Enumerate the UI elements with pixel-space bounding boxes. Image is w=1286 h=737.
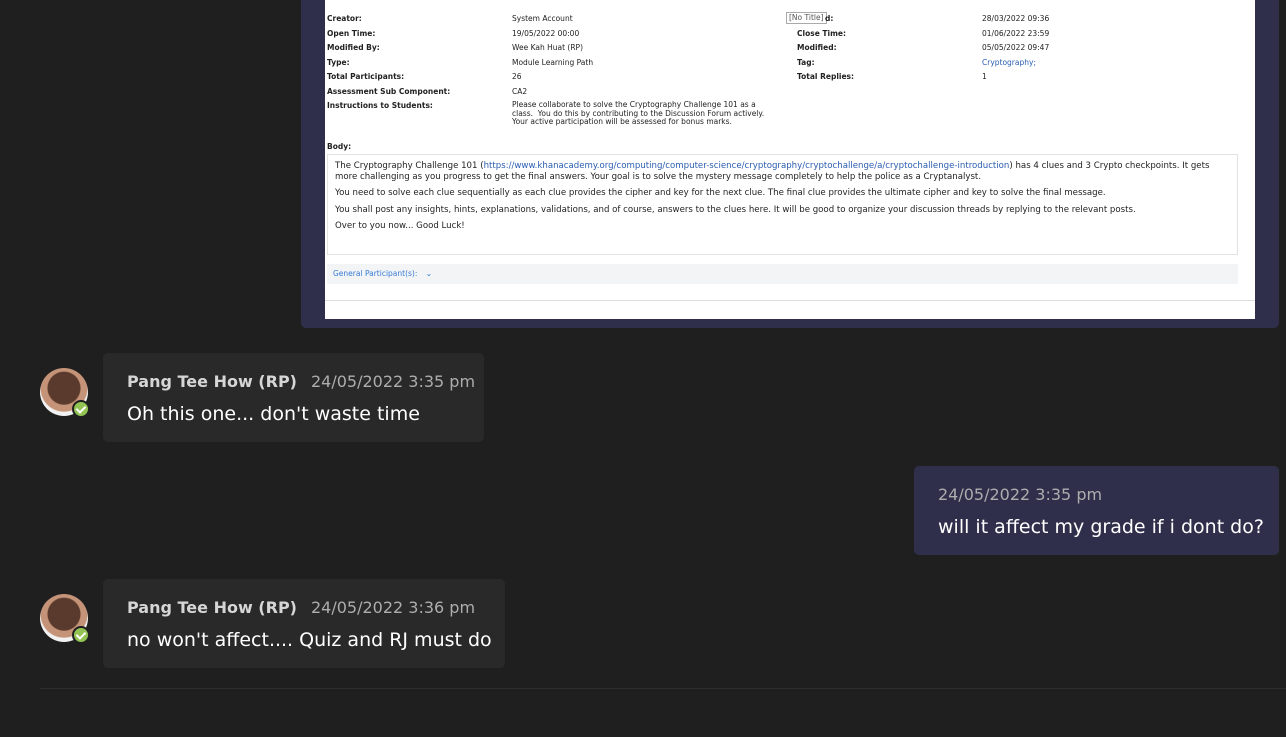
field-label-close-time: Close Time: [797, 29, 846, 38]
screenshot-divider [325, 300, 1255, 301]
message-meta: 24/05/2022 3:35 pm [938, 484, 1255, 506]
field-value-assessment-sub-component: CA2 [512, 87, 528, 96]
message-text: will it affect my grade if i dont do? [938, 516, 1264, 538]
field-value-total-participants: 26 [512, 72, 522, 81]
participants-label: General Participant(s): [333, 269, 418, 278]
body-content: The Cryptography Challenge 101 (https://… [327, 154, 1238, 255]
field-value-open-time: 19/05/2022 00:00 [512, 29, 580, 38]
avatar[interactable] [40, 368, 90, 418]
body-paragraph-2: You need to solve each clue sequentially… [335, 188, 1106, 199]
field-value-close-time: 01/06/2022 23:59 [982, 29, 1050, 38]
field-value-modified-by: Wee Kah Huat (RP) [512, 43, 584, 52]
general-participants-bar: General Participant(s): ⌄ [327, 264, 1238, 284]
body-label: Body: [327, 142, 352, 151]
field-value-creator: System Account [512, 14, 573, 23]
message-bubble[interactable]: Pang Tee How (RP) 24/05/2022 3:36 pm no w… [103, 579, 505, 668]
khanacademy-link: https://www.khanacademy.org/computing/co… [483, 161, 1010, 171]
own-message-bubble[interactable]: 24/05/2022 3:35 pm will it affect my gra… [914, 466, 1279, 555]
avatar[interactable] [40, 594, 90, 644]
compose-divider [40, 688, 1286, 689]
message-meta: Pang Tee How (RP) 24/05/2022 3:35 pm [127, 371, 475, 393]
field-label-creator: Creator: [327, 14, 362, 23]
field-label-open-time: Open Time: [327, 29, 376, 38]
message-bubble[interactable]: Pang Tee How (RP) 24/05/2022 3:35 pm Oh t… [103, 353, 484, 442]
message-meta: Pang Tee How (RP) 24/05/2022 3:36 pm [127, 597, 481, 619]
field-value-tag: Cryptography; [982, 58, 1036, 67]
message-timestamp: 24/05/2022 3:35 pm [310, 372, 476, 391]
shared-screenshot-image[interactable]: Creator: System Account Open Time: 19/05… [325, 0, 1255, 319]
field-label-total-participants: Total Participants: [327, 72, 405, 81]
presence-available-icon [72, 400, 90, 418]
field-value-type: Module Learning Path [512, 58, 594, 67]
message-timestamp: 24/05/2022 3:36 pm [310, 598, 476, 617]
body-paragraph-1: The Cryptography Challenge 101 (https://… [335, 161, 1210, 182]
no-title-box: [No Title] [786, 12, 827, 24]
message-text: Oh this one... don't waste time [127, 403, 420, 425]
message-timestamp: 24/05/2022 3:35 pm [938, 485, 1103, 504]
body-paragraph-4: Over to you now... Good Luck! [335, 221, 465, 232]
field-label-created: d: [825, 14, 834, 23]
field-value-total-replies: 1 [982, 72, 987, 81]
field-label-tag: Tag: [797, 58, 815, 67]
chevron-down-icon: ⌄ [425, 269, 433, 278]
field-value-instructions: Please collaborate to solve the Cryptogr… [512, 100, 765, 127]
sender-name: Pang Tee How (RP) [127, 598, 297, 617]
field-value-created: 28/03/2022 09:36 [982, 14, 1050, 23]
sender-name: Pang Tee How (RP) [127, 372, 297, 391]
field-label-modified: Modified: [797, 43, 837, 52]
field-label-type: Type: [327, 58, 350, 67]
body-paragraph-3: You shall post any insights, hints, expl… [335, 204, 1136, 215]
field-value-modified: 05/05/2022 09:47 [982, 43, 1050, 52]
field-label-modified-by: Modified By: [327, 43, 380, 52]
field-label-total-replies: Total Replies: [797, 72, 855, 81]
presence-available-icon [72, 626, 90, 644]
message-text: no won't affect.... Quiz and RJ must do [127, 629, 492, 651]
field-label-assessment-sub-component: Assessment Sub Component: [327, 87, 451, 96]
field-label-instructions: Instructions to Students: [327, 101, 433, 110]
